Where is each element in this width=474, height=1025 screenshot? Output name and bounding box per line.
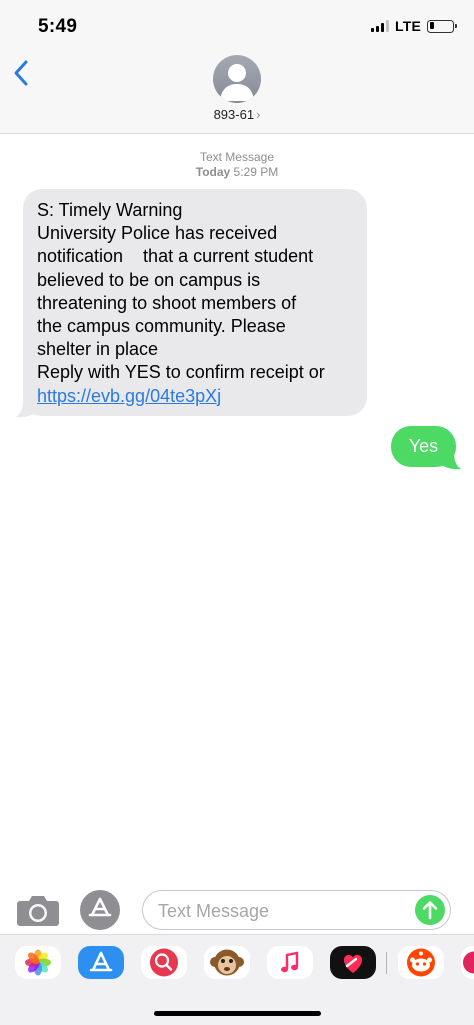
signal-icon [370, 20, 389, 32]
app-store-icon [88, 897, 112, 917]
app-drawer-digital-touch[interactable] [330, 946, 376, 979]
status-time: 5:49 [38, 16, 78, 37]
outgoing-message-bubble[interactable]: Yes [391, 426, 456, 467]
contact-name-button[interactable]: 893-61 › [0, 107, 474, 122]
send-button[interactable] [415, 895, 445, 925]
chevron-left-icon [14, 60, 28, 86]
contact-name: 893-61 [213, 107, 255, 122]
back-button[interactable] [10, 58, 36, 88]
outgoing-message-text: Yes [408, 436, 439, 456]
message-link[interactable]: https://evb.gg/04te3pXj [37, 386, 221, 406]
digital-touch-icon [330, 946, 376, 979]
person-silhouette-icon [220, 64, 254, 101]
message-type-label: Text Message [199, 150, 275, 164]
app-drawer-images[interactable] [141, 946, 187, 979]
message-timestamp: Text Message Today 5:29 PM [0, 150, 474, 180]
home-indicator[interactable] [154, 1011, 321, 1016]
app-store-button[interactable] [80, 890, 120, 930]
app-drawer-animoji[interactable] [204, 946, 250, 979]
message-line: threatening to shoot members of [37, 292, 297, 313]
message-input[interactable]: Text Message [142, 890, 451, 930]
reddit-icon [398, 946, 444, 979]
message-line: University Police has received [37, 223, 278, 244]
app-drawer-divider [386, 952, 387, 974]
message-day: Today [195, 165, 231, 179]
send-arrow-icon [422, 901, 438, 920]
incoming-message-bubble[interactable]: S: Timely Warning University Police has … [23, 189, 367, 416]
battery-icon [427, 19, 457, 33]
chevron-right-icon: › [256, 107, 261, 122]
app-drawer-next-partial[interactable] [461, 946, 474, 979]
message-line: believed to be on campus is [37, 269, 261, 290]
status-indicators: LTE [370, 18, 457, 34]
photos-icon [25, 949, 51, 976]
message-time: 5:29 PM [233, 165, 279, 179]
music-icon [267, 946, 313, 979]
message-line: Reply with YES to confirm receipt or [37, 362, 325, 383]
app-partial-icon [461, 946, 474, 979]
app-drawer-reddit[interactable] [398, 946, 444, 979]
message-input-placeholder: Text Message [158, 901, 270, 921]
camera-icon [17, 896, 59, 926]
conversation-header: 5:49 LTE 893-61 › [0, 0, 474, 134]
app-drawer-app-store[interactable] [78, 946, 124, 979]
app-store-icon [78, 946, 124, 979]
animoji-monkey-icon [204, 946, 250, 979]
app-drawer-music[interactable] [267, 946, 313, 979]
app-drawer-photos[interactable] [15, 946, 61, 979]
contact-avatar[interactable] [213, 55, 261, 103]
message-line: shelter in place [37, 339, 159, 360]
message-line: notification that a current student [37, 246, 314, 267]
message-line: the campus community. Please [37, 316, 286, 337]
camera-button[interactable] [16, 893, 60, 927]
images-search-icon [141, 946, 187, 979]
message-line: S: Timely Warning [37, 200, 183, 220]
network-label: LTE [394, 18, 421, 34]
